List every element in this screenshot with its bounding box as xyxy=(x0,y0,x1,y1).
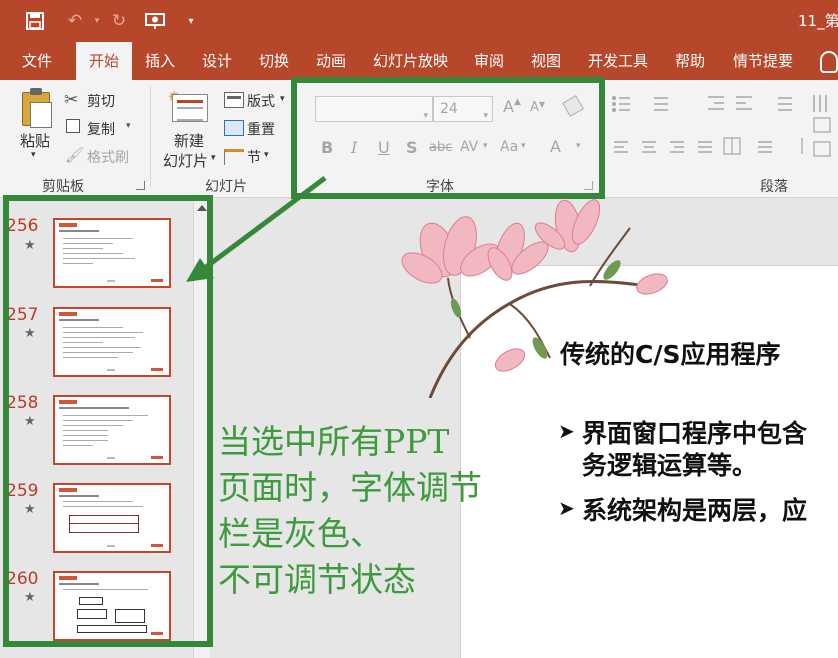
tab-transitions[interactable]: 切换 xyxy=(259,42,289,80)
slide-bullet-line[interactable]: 系统架构是两层，应 xyxy=(582,491,807,527)
scissors-icon: ✂ xyxy=(64,90,79,110)
tell-me-lightbulb-icon[interactable] xyxy=(820,51,838,73)
tab-animations[interactable]: 动画 xyxy=(316,42,346,80)
paragraph-group-label: 段落 xyxy=(760,179,788,195)
title-bar: ↶ ▾ ↻ ▾ 11_第 xyxy=(0,0,838,42)
format-painter-button[interactable]: 格式刷 xyxy=(87,147,129,167)
paste-button[interactable]: 粘贴 xyxy=(20,130,50,151)
section-icon xyxy=(224,149,244,165)
annotation-arrow xyxy=(186,175,327,282)
layout-dropdown-icon[interactable]: ▾ xyxy=(280,94,285,104)
copy-dropdown-icon[interactable]: ▾ xyxy=(126,121,131,131)
present-from-start-icon[interactable] xyxy=(142,8,168,34)
slide-title[interactable]: 传统的C/S应用程序 xyxy=(560,335,780,371)
layout-button[interactable]: 版式 xyxy=(247,91,275,111)
tab-developer[interactable]: 开发工具 xyxy=(588,42,648,80)
bullet-arrow-icon: ➤ xyxy=(558,496,575,520)
tab-home[interactable]: 开始 xyxy=(76,42,132,81)
paste-dropdown-icon[interactable]: ▾ xyxy=(31,150,36,160)
save-icon[interactable] xyxy=(22,8,48,34)
group-separator xyxy=(150,86,151,188)
reset-icon xyxy=(224,120,244,136)
customize-toolbar-icon[interactable]: ▾ xyxy=(178,8,204,34)
format-painter-icon: 🖌 xyxy=(65,146,85,164)
ribbon-tab-bar: 文件 开始 插入 设计 切换 动画 幻灯片放映 审阅 视图 开发工具 帮助 情节… xyxy=(0,42,838,81)
annotation-line: 栏是灰色、 xyxy=(218,514,383,553)
reset-button[interactable]: 重置 xyxy=(247,119,275,139)
section-dropdown-icon[interactable]: ▾ xyxy=(264,150,269,160)
paragraph-icons[interactable] xyxy=(608,92,838,182)
tab-review[interactable]: 审阅 xyxy=(474,42,504,80)
section-button[interactable]: 节 xyxy=(247,147,261,167)
slide-bullet-line[interactable]: 务逻辑运算等。 xyxy=(582,446,757,482)
tab-design[interactable]: 设计 xyxy=(202,42,232,80)
new-slide-line2[interactable]: 幻灯片 xyxy=(163,150,208,171)
new-slide-dropdown-icon[interactable]: ▾ xyxy=(211,153,216,163)
paste-sheet-icon xyxy=(30,102,52,128)
layout-icon xyxy=(224,92,244,108)
slide-bullet-line[interactable]: 界面窗口程序中包含 xyxy=(582,414,807,450)
cut-button[interactable]: 剪切 xyxy=(87,91,115,111)
new-slide-line1[interactable]: 新建 xyxy=(174,130,204,151)
annotation-line: 页面时，字体调节 xyxy=(218,468,482,507)
tab-storyboarding[interactable]: 情节提要 xyxy=(733,42,793,80)
redo-icon[interactable]: ↻ xyxy=(106,8,132,34)
paste-clip-icon xyxy=(30,88,42,95)
clipboard-dialog-launcher[interactable] xyxy=(136,181,145,190)
tab-slideshow[interactable]: 幻灯片放映 xyxy=(373,42,448,80)
tab-help[interactable]: 帮助 xyxy=(675,42,705,80)
tab-file[interactable]: 文件 xyxy=(22,42,52,80)
window-title: 11_第 xyxy=(798,12,838,30)
annotation-line: 当选中所有PPT xyxy=(218,422,450,461)
tab-insert[interactable]: 插入 xyxy=(145,42,175,80)
tab-view[interactable]: 视图 xyxy=(531,42,561,80)
annotation-line: 不可调节状态 xyxy=(218,560,416,599)
clipboard-group-label: 剪贴板 xyxy=(42,179,84,195)
copy-button[interactable]: 复制 xyxy=(87,119,115,139)
bullet-arrow-icon: ➤ xyxy=(558,419,575,443)
copy-icon xyxy=(66,119,80,133)
new-slide-icon[interactable] xyxy=(172,94,208,122)
